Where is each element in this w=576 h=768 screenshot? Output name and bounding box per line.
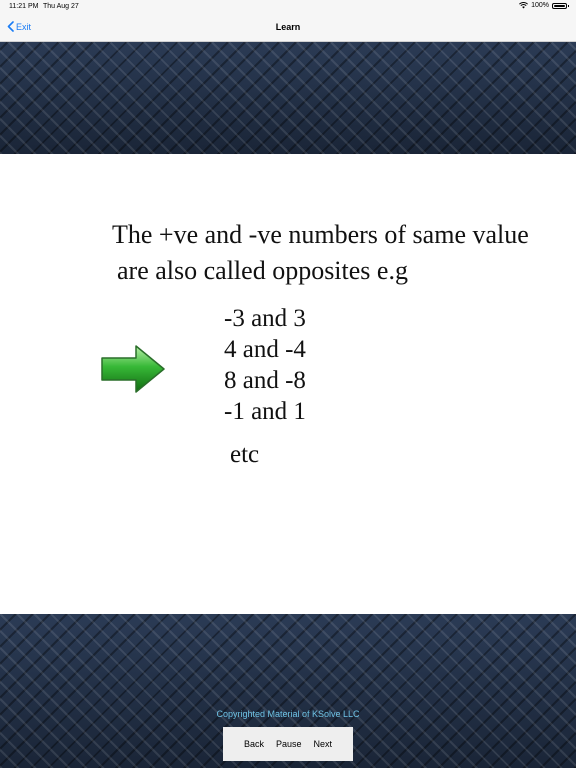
slide-text-line-1: The +ve and -ve numbers of same value [112,220,529,249]
green-arrow-right-icon [101,345,165,393]
pause-button[interactable]: Pause [276,739,302,749]
battery-percent: 100% [531,2,549,9]
nav-bar: Exit Learn [0,14,576,42]
page-title: Learn [275,22,301,32]
status-bar: 11:21 PM Thu Aug 27 100% [0,0,576,14]
wifi-icon [519,2,529,9]
example-3: 8 and -8 [224,367,306,394]
lesson-slide: The +ve and -ve numbers of same value ar… [0,154,576,614]
next-button[interactable]: Next [314,739,333,749]
etc-text: etc [230,441,260,468]
battery-icon [552,2,569,9]
status-date: Thu Aug 27 [43,3,79,10]
status-time: 11:21 PM [9,3,39,10]
background-pattern-top [0,42,576,154]
example-4: -1 and 1 [224,398,306,425]
status-right: 100% [519,2,569,9]
example-2: 4 and -4 [224,336,306,363]
playback-controls: Back Pause Next [223,727,353,761]
slide-text-line-2: are also called opposites e.g [117,256,408,285]
back-button[interactable]: Back [244,739,264,749]
example-1: -3 and 3 [224,305,306,332]
copyright-text: Copyrighted Material of KSolve LLC [216,709,360,719]
